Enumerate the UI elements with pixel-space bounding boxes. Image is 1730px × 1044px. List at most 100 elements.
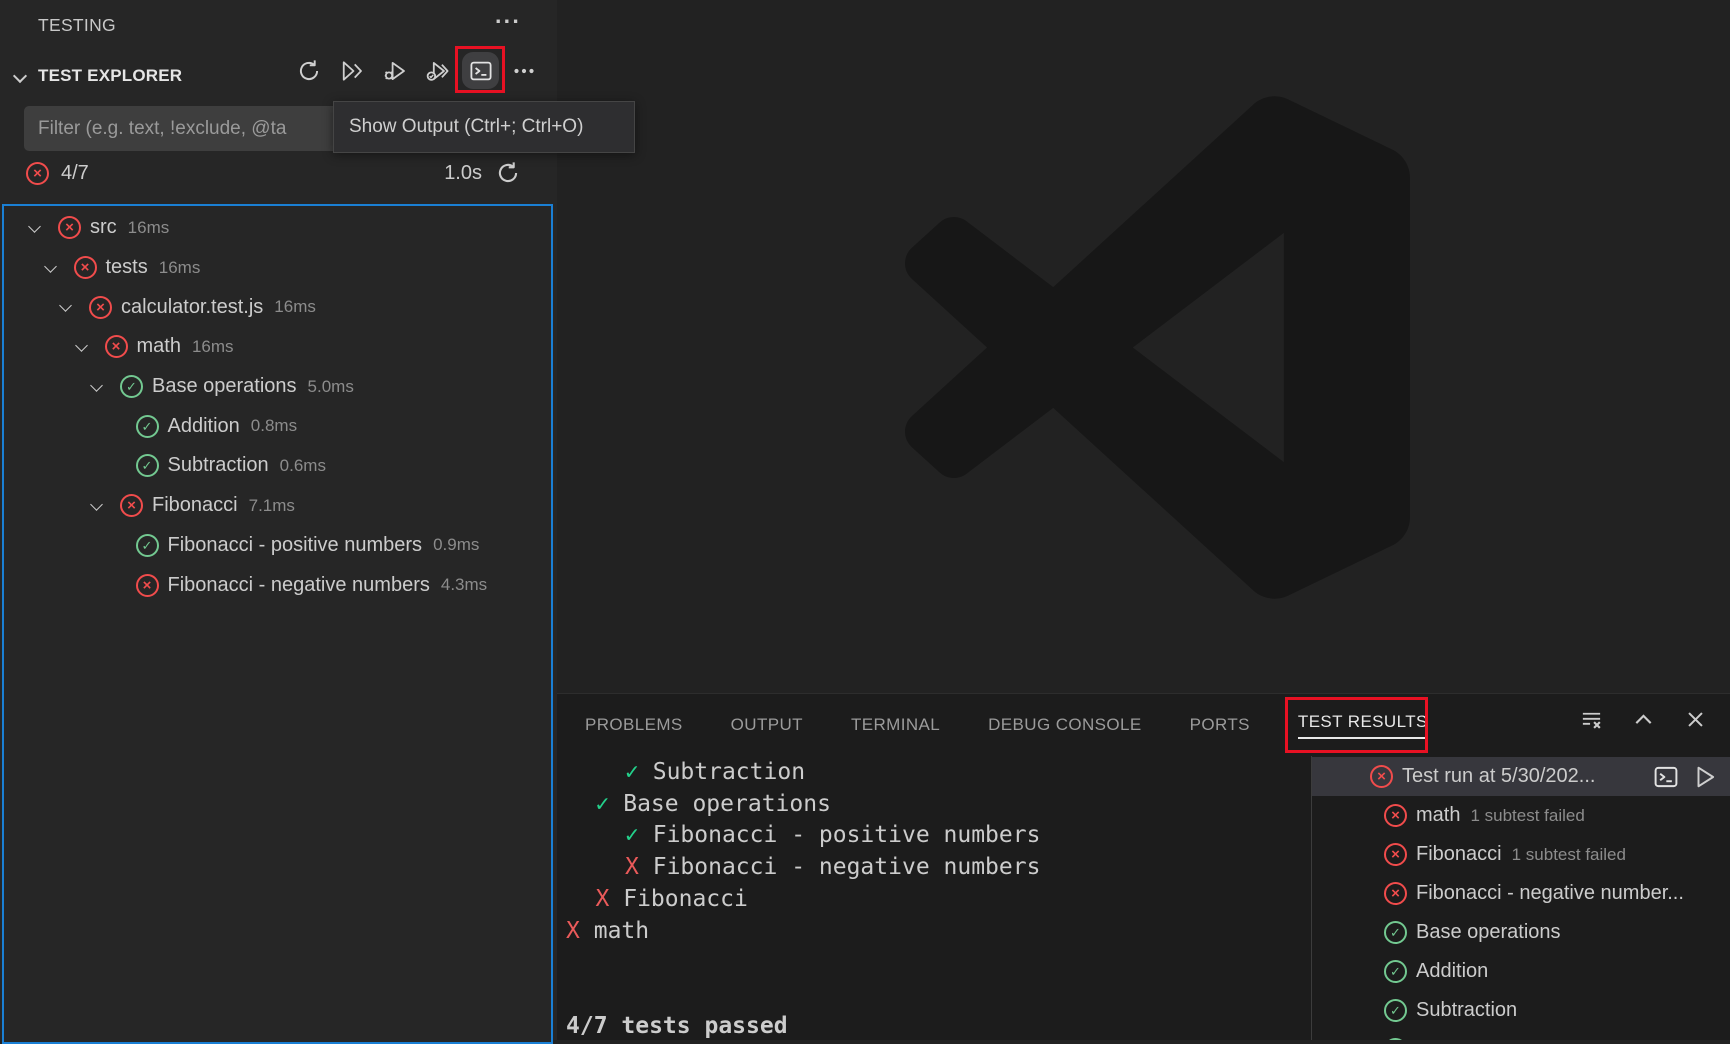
run-tests-with-coverage-button[interactable] — [424, 57, 451, 84]
tree-item-fibonacci-negative-numbers[interactable]: × Fibonacci - negative numbers 4.3ms — [4, 565, 551, 605]
tab-test-results[interactable]: TEST RESULTS — [1298, 712, 1428, 739]
tree-item-addition[interactable]: ✓ Addition 0.8ms — [4, 406, 551, 446]
output-line-text: Base operations — [623, 791, 831, 817]
tab-debug-console[interactable]: DEBUG CONSOLE — [988, 715, 1142, 735]
sidebar-title: TESTING — [38, 15, 116, 36]
rerun-icon[interactable] — [494, 160, 521, 187]
tree-item-duration: 0.9ms — [433, 535, 479, 555]
test-failed-icon: × — [136, 574, 159, 597]
tree-item-src[interactable]: ×src16ms — [4, 208, 551, 248]
tree-item-math[interactable]: ×math16ms — [4, 327, 551, 367]
output-line-text: Fibonacci — [623, 886, 748, 912]
result-item-note: 1 subtest failed — [1470, 806, 1584, 826]
tree-item-label: Addition — [168, 415, 240, 438]
tree-item-subtraction[interactable]: ✓Subtraction0.6ms — [4, 446, 551, 486]
close-panel-icon[interactable] — [1682, 706, 1708, 732]
tree-item-label: calculator.test.js — [121, 296, 263, 319]
result-item-label: Base operations — [1416, 921, 1561, 944]
test-failed-icon: × — [105, 335, 128, 358]
panel-tab-bar: PROBLEMS OUTPUT TERMINAL DEBUG CONSOLE PORTS… — [585, 694, 1428, 756]
tree-item-duration: 0.8ms — [251, 416, 297, 436]
result-item-base-operations[interactable]: ✓Base operations — [1312, 913, 1730, 952]
tests-failed-icon: × — [26, 162, 49, 185]
test-passed-icon: ✓ — [120, 375, 143, 398]
tree-item-label: tests — [106, 256, 148, 279]
result-item-fibonacci-negative-number[interactable]: ×Fibonacci - negative number... — [1312, 874, 1730, 913]
show-test-output-icon[interactable] — [1653, 764, 1679, 790]
result-item-label: Fibonacci — [1416, 843, 1502, 866]
result-item-actions — [1653, 757, 1718, 796]
chevron-down-icon[interactable] — [13, 69, 27, 83]
result-item-label: math — [1416, 804, 1460, 827]
tree-item-label: Fibonacci - negative numbers — [168, 574, 430, 597]
maximize-panel-icon[interactable] — [1630, 706, 1656, 732]
chevron-down-icon[interactable] — [92, 503, 114, 509]
test-failed-icon: × — [1370, 765, 1393, 788]
test-passed-icon: ✓ — [1384, 999, 1407, 1022]
test-passed-icon: ✓ — [136, 534, 159, 557]
test-passed-icon: ✓ — [136, 415, 159, 438]
show-output-button[interactable] — [467, 57, 494, 84]
chevron-down-icon[interactable] — [77, 344, 99, 350]
tab-ports[interactable]: PORTS — [1190, 715, 1250, 735]
tab-terminal[interactable]: TERMINAL — [851, 715, 940, 735]
test-failed-icon: × — [1384, 843, 1407, 866]
result-item-note: 1 subtest failed — [1512, 845, 1626, 865]
views-more-actions-icon[interactable]: ··· — [495, 8, 521, 35]
output-pass-mark: ✓ — [596, 791, 610, 817]
result-item-test-run-at-5-30-202[interactable]: × Test run at 5/30/202... — [1312, 757, 1730, 796]
test-failed-icon: × — [58, 216, 81, 239]
clear-output-icon[interactable] — [1578, 706, 1604, 732]
tree-item-calculator-test-js[interactable]: ×calculator.test.js16ms — [4, 287, 551, 327]
tree-item-base-operations[interactable]: ✓Base operations5.0ms — [4, 367, 551, 407]
test-run-duration: 1.0s — [444, 162, 482, 185]
panel-actions — [1578, 706, 1708, 732]
output-fail-mark: X — [566, 918, 580, 944]
chevron-down-icon[interactable] — [46, 265, 68, 271]
output-line-text: Fibonacci - positive numbers — [653, 822, 1041, 848]
test-failed-icon: × — [89, 296, 112, 319]
output-line-text: math — [594, 918, 649, 944]
chevron-down-icon[interactable] — [92, 384, 114, 390]
rerun-test-icon[interactable] — [1692, 764, 1718, 790]
refresh-tests-button[interactable] — [295, 57, 322, 84]
more-actions-button[interactable] — [510, 57, 537, 84]
vscode-logo-watermark — [905, 95, 1410, 600]
tree-item-duration: 16ms — [128, 218, 170, 238]
tree-item-fibonacci[interactable]: ×Fibonacci7.1ms — [4, 486, 551, 526]
tree-item-label: Base operations — [152, 375, 297, 398]
tab-output[interactable]: OUTPUT — [731, 715, 803, 735]
debug-all-tests-button[interactable] — [381, 57, 408, 84]
tree-item-label: math — [137, 335, 181, 358]
test-status-row: × 4/7 1.0s — [26, 152, 521, 194]
annotation-box-test-results — [1285, 697, 1428, 753]
tree-item-duration: 0.6ms — [280, 456, 326, 476]
result-item-addition[interactable]: ✓Addition — [1312, 952, 1730, 991]
testing-sidebar: TESTING ··· TEST EXPLORER × 4/7 1.0s ×sr… — [0, 0, 557, 1040]
editor-area — [557, 0, 1730, 693]
run-all-tests-button[interactable] — [338, 57, 365, 84]
chevron-down-icon[interactable] — [61, 304, 83, 310]
test-explorer-toolbar — [295, 57, 537, 84]
result-item-math[interactable]: × math 1 subtest failed — [1312, 796, 1730, 835]
result-item-label: Test run at 5/30/202... — [1402, 765, 1595, 788]
test-failed-icon: × — [1384, 804, 1407, 827]
output-line-fibonacci: X Fibonacci — [566, 884, 1040, 916]
tree-item-duration: 4.3ms — [441, 575, 487, 595]
show-output-tooltip: Show Output (Ctrl+; Ctrl+O) — [333, 101, 635, 153]
output-summary: 4/7 tests passed — [566, 1011, 1040, 1043]
output-line-fibonacci-positive-numbers: ✓ Fibonacci - positive numbers — [566, 820, 1040, 852]
tab-problems[interactable]: PROBLEMS — [585, 715, 683, 735]
tree-item-label: Fibonacci — [152, 494, 238, 517]
output-fail-mark: X — [596, 886, 610, 912]
result-item-fibonacci[interactable]: × Fibonacci 1 subtest failed — [1312, 835, 1730, 874]
section-header-test-explorer[interactable]: TEST EXPLORER — [38, 66, 182, 86]
output-line-text: Subtraction — [653, 759, 805, 785]
tree-item-fibonacci-positive-numbers[interactable]: ✓Fibonacci - positive numbers0.9ms — [4, 526, 551, 566]
result-item-partial[interactable]: ✓ — [1312, 1030, 1730, 1040]
tree-item-tests[interactable]: ×tests16ms — [4, 248, 551, 288]
result-item-subtraction[interactable]: ✓Subtraction — [1312, 991, 1730, 1030]
chevron-down-icon[interactable] — [30, 225, 52, 231]
result-item-label: Fibonacci - negative number... — [1416, 882, 1684, 905]
tests-failed-ratio: 4/7 — [61, 162, 89, 185]
